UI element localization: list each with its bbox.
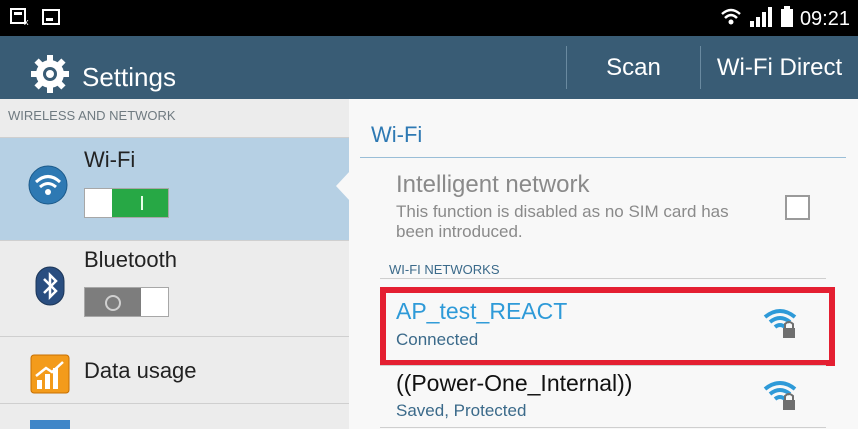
page-title: Wi-Fi	[371, 122, 423, 147]
signal-icon	[748, 6, 774, 33]
wifi-direct-button[interactable]: Wi-Fi Direct	[701, 36, 858, 99]
title-divider	[360, 157, 846, 158]
divider	[380, 278, 826, 279]
status-time: 09:21	[799, 8, 850, 30]
divider	[0, 240, 349, 241]
highlight-box	[380, 287, 835, 366]
svg-text:x: x	[24, 17, 29, 26]
selection-pointer	[336, 171, 350, 201]
sidebar-item-label: Wi-Fi	[84, 147, 136, 172]
next-item-icon	[30, 420, 70, 429]
data-usage-icon	[30, 354, 70, 399]
wifi-lock-icon	[763, 376, 799, 417]
wifi-icon	[28, 165, 68, 210]
battery-icon	[780, 6, 794, 33]
intelligent-network-description: This function is disabled as no SIM card…	[396, 202, 729, 241]
divider	[0, 403, 349, 404]
divider	[380, 427, 826, 428]
sidebar-item-label: Bluetooth	[84, 247, 177, 272]
network-name: ((Power-One_Internal))	[396, 370, 633, 396]
networks-header: WI-FI NETWORKS	[389, 262, 500, 277]
network-item[interactable]: ((Power-One_Internal)) Saved, Protected	[380, 366, 826, 429]
action-bar: Settings Scan Wi-Fi Direct	[0, 36, 858, 99]
wifi-icon	[720, 6, 742, 33]
bluetooth-icon	[35, 266, 65, 311]
app-title[interactable]: Settings	[30, 54, 176, 101]
bluetooth-toggle[interactable]	[84, 287, 169, 317]
gear-icon	[30, 54, 70, 101]
status-bar: x 09:21	[0, 0, 858, 36]
scan-button[interactable]: Scan	[567, 36, 700, 99]
screenshot-icon	[42, 9, 60, 30]
section-header: WIRELESS AND NETWORK	[8, 108, 176, 123]
sidebar-item-label[interactable]: Data usage	[84, 358, 197, 384]
intelligent-network-title: Intelligent network	[396, 171, 590, 198]
network-status: Saved, Protected	[396, 401, 527, 420]
wifi-toggle[interactable]	[84, 188, 169, 218]
divider	[0, 336, 349, 337]
intelligent-network-checkbox[interactable]	[785, 195, 810, 220]
settings-title: Settings	[82, 62, 176, 92]
usb-icon: x	[10, 8, 32, 31]
